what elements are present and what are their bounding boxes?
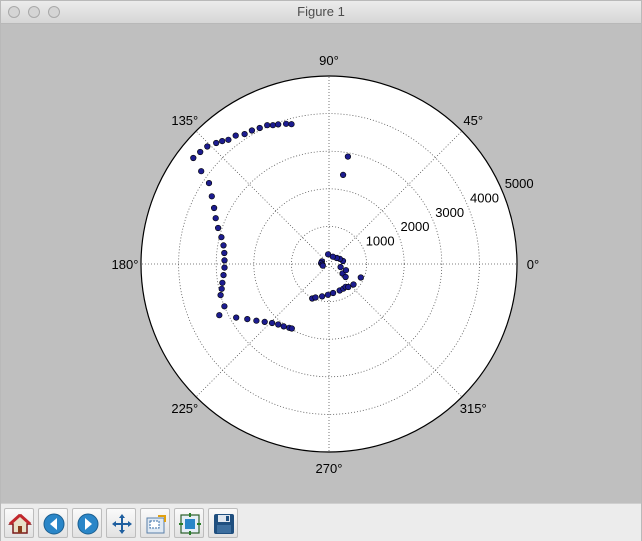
data-point bbox=[212, 215, 219, 222]
data-point bbox=[342, 267, 350, 274]
data-point bbox=[319, 293, 326, 300]
data-point bbox=[221, 257, 228, 264]
data-point bbox=[325, 251, 332, 258]
data-point bbox=[324, 291, 332, 298]
data-point bbox=[221, 264, 228, 271]
data-point bbox=[288, 121, 295, 128]
window-title: Figure 1 bbox=[297, 4, 345, 19]
data-point bbox=[204, 143, 211, 150]
radial-tick-label: 2000 bbox=[401, 219, 430, 234]
data-point bbox=[330, 289, 337, 297]
data-point bbox=[350, 281, 357, 288]
data-point bbox=[221, 249, 228, 257]
zoom-rect-icon bbox=[146, 515, 166, 534]
data-point bbox=[220, 242, 227, 249]
data-point bbox=[205, 180, 213, 187]
data-point bbox=[269, 319, 276, 327]
subplots-icon bbox=[179, 513, 201, 535]
data-point bbox=[357, 274, 364, 281]
radial-tick-label: 4000 bbox=[470, 190, 499, 205]
data-point bbox=[319, 262, 326, 269]
data-point bbox=[340, 171, 347, 178]
data-point bbox=[344, 153, 352, 160]
back-arrow-icon bbox=[43, 513, 65, 535]
data-point bbox=[190, 154, 197, 162]
data-point bbox=[280, 323, 287, 330]
data-point bbox=[283, 120, 290, 127]
data-point bbox=[261, 318, 268, 326]
figure-canvas[interactable]: 0° 45° 90° 135° 180° 225° 270° 315° 1000 2000 3000… bbox=[1, 24, 641, 503]
angle-tick-label: 225° bbox=[171, 401, 198, 416]
angle-tick-label: 270° bbox=[316, 461, 343, 476]
forward-arrow-icon bbox=[77, 513, 99, 535]
data-point bbox=[197, 148, 204, 156]
data-point bbox=[312, 294, 319, 301]
angle-tick-label: 90° bbox=[319, 53, 339, 68]
zoom-button[interactable] bbox=[140, 508, 170, 538]
data-point bbox=[269, 122, 277, 129]
data-point bbox=[233, 314, 240, 321]
data-point bbox=[264, 122, 271, 129]
data-point bbox=[225, 136, 232, 143]
data-point bbox=[198, 168, 205, 175]
data-point bbox=[256, 124, 263, 132]
angle-tick-label: 45° bbox=[463, 113, 483, 128]
data-point bbox=[220, 272, 227, 279]
radial-tick-label: 1000 bbox=[366, 234, 395, 249]
angle-tick-label: 180° bbox=[112, 257, 139, 272]
angle-tick-label: 0° bbox=[527, 257, 539, 272]
back-button[interactable] bbox=[38, 508, 68, 538]
data-point bbox=[213, 139, 220, 147]
data-point bbox=[208, 193, 215, 200]
angle-tick-label: 315° bbox=[460, 401, 487, 416]
data-point bbox=[345, 283, 352, 291]
radial-tick-label: 5000 bbox=[505, 176, 534, 191]
data-point bbox=[253, 317, 260, 324]
data-point bbox=[215, 224, 222, 232]
data-point bbox=[232, 132, 239, 139]
navigation-toolbar bbox=[1, 503, 641, 541]
data-point bbox=[288, 325, 295, 332]
data-point bbox=[216, 312, 223, 319]
data-point bbox=[219, 279, 226, 286]
floppy-disk-icon bbox=[214, 514, 234, 534]
radial-tick-label: 3000 bbox=[435, 205, 464, 220]
data-point bbox=[218, 234, 225, 241]
forward-button[interactable] bbox=[72, 508, 102, 538]
data-point bbox=[217, 292, 224, 299]
data-point bbox=[241, 130, 248, 138]
move-arrows-icon bbox=[112, 514, 132, 534]
data-point bbox=[337, 264, 344, 271]
data-point bbox=[244, 316, 251, 323]
home-button[interactable] bbox=[4, 508, 34, 538]
data-point bbox=[275, 121, 282, 128]
data-point bbox=[248, 127, 255, 134]
data-point bbox=[211, 204, 218, 212]
data-point bbox=[275, 321, 282, 328]
save-button[interactable] bbox=[208, 508, 238, 538]
title-bar[interactable]: Figure 1 bbox=[1, 1, 641, 24]
figure-window: Figure 1 0° 45° 90° 135° 180° 225° 270° 315° 100… bbox=[0, 0, 642, 541]
data-point bbox=[219, 137, 226, 145]
polar-plot: 0° 45° 90° 135° 180° 225° 270° 315° 1000 2000 3000… bbox=[112, 53, 540, 476]
data-point bbox=[218, 285, 225, 292]
data-point bbox=[221, 303, 228, 310]
data-point bbox=[342, 273, 349, 281]
angle-tick-label: 135° bbox=[171, 113, 198, 128]
configure-subplots-button[interactable] bbox=[174, 508, 204, 538]
pan-button[interactable] bbox=[106, 508, 136, 538]
home-icon bbox=[8, 513, 32, 534]
